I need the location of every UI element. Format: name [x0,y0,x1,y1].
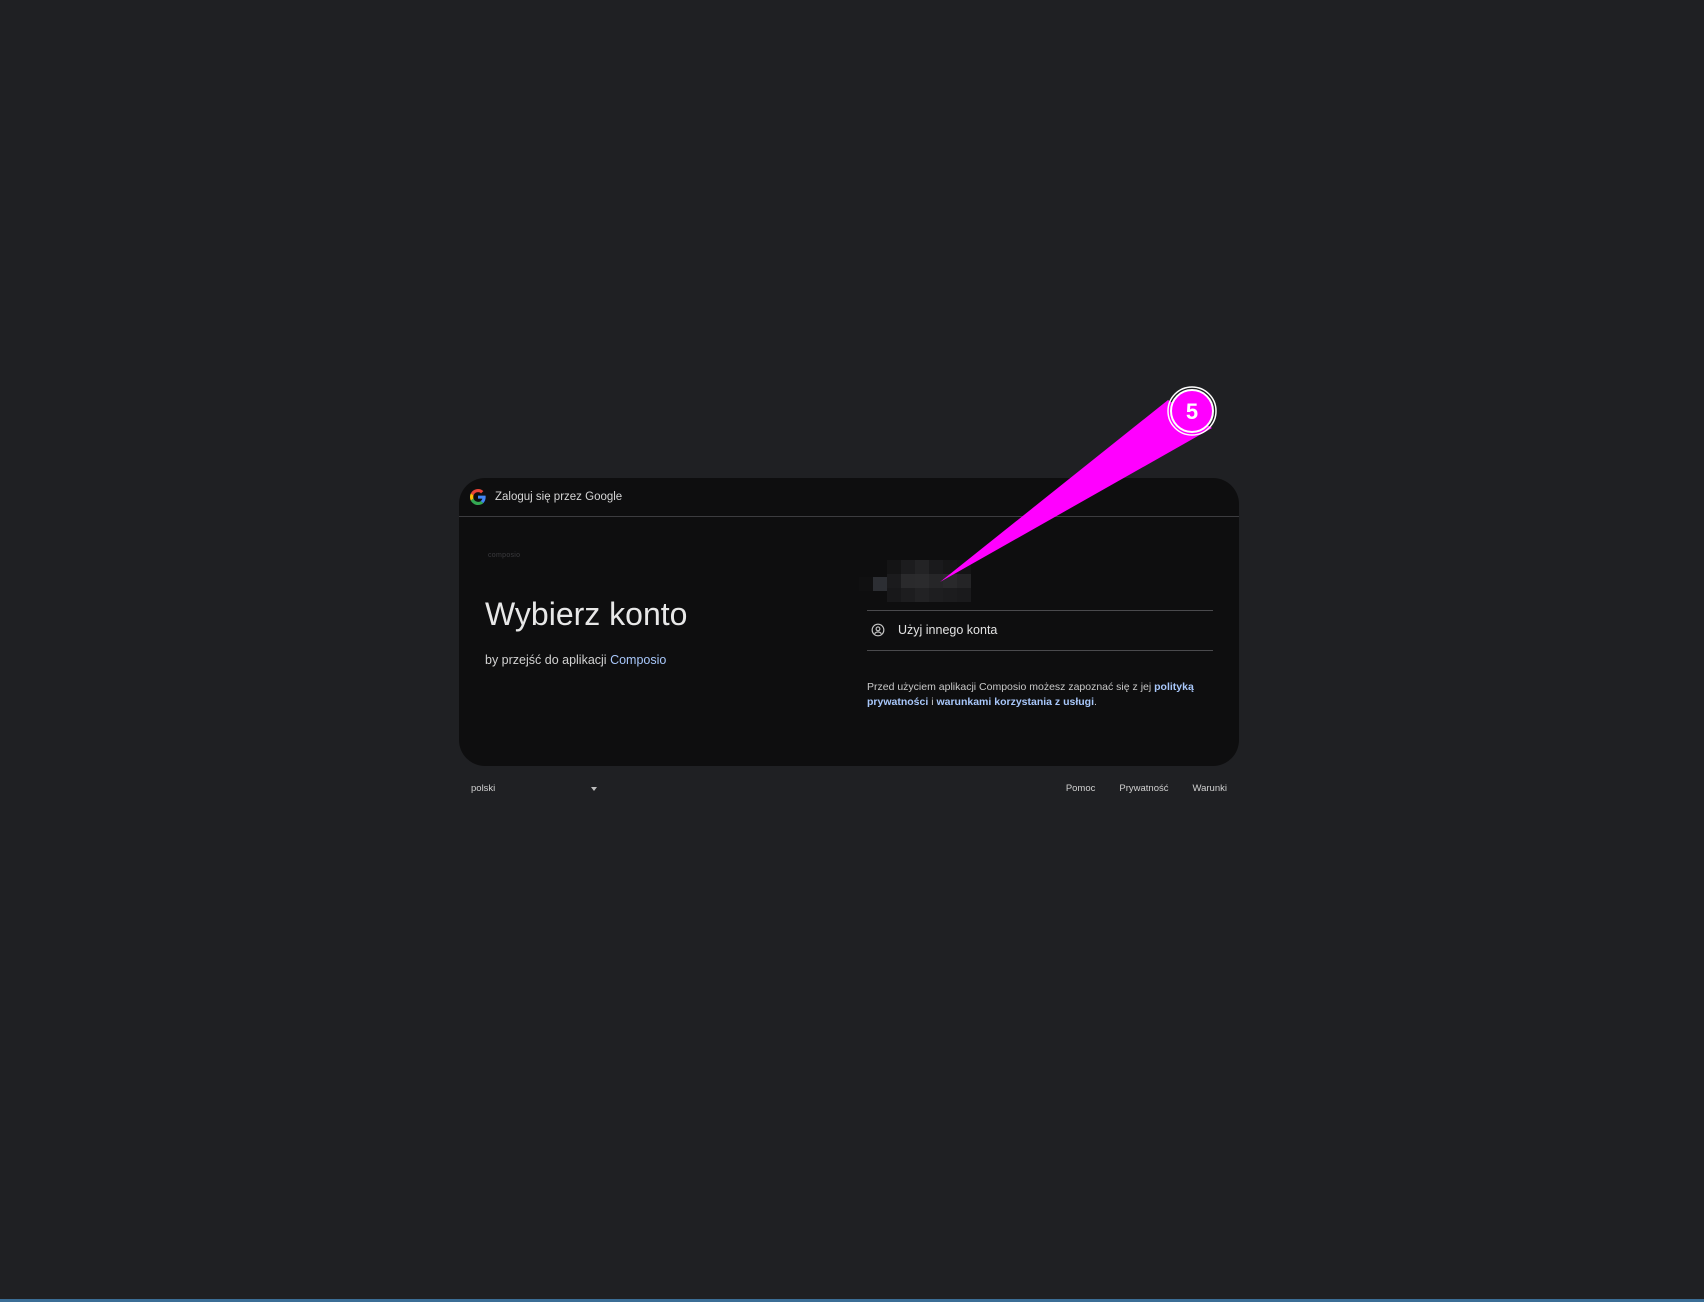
footer-help-link[interactable]: Pomoc [1066,783,1096,794]
header-title: Zaloguj się przez Google [495,491,623,503]
app-logo: composio [488,552,521,559]
annotation-label: 5 [1186,399,1198,424]
page-footer: polski Pomoc Prywatność Warunki [459,780,1239,800]
subtitle: by przejść do aplikacji Composio [485,653,666,667]
account-item-redacted[interactable] [859,560,987,608]
footer-privacy-link[interactable]: Prywatność [1119,783,1168,794]
dropdown-caret-icon [591,786,597,791]
account-circle-icon [871,623,885,637]
annotation-badge [1170,389,1214,433]
language-select[interactable]: polski [471,783,599,794]
use-other-account-button[interactable]: Użyj innego konta [867,611,1213,649]
language-select-value: polski [471,783,496,794]
disclaimer-suffix: . [1094,696,1097,708]
disclaimer-text: Przed użyciem aplikacji Composio możesz … [867,680,1213,710]
google-g-icon [470,489,486,505]
annotation-badge-ring [1167,386,1217,436]
subtitle-text: by przejść do aplikacji [485,653,611,667]
terms-of-service-link[interactable]: warunkami korzystania z usługi [936,696,1094,708]
app-name-link[interactable]: Composio [610,653,666,667]
sign-in-card: Zaloguj się przez Google composio Wybier… [459,478,1239,766]
footer-links: Pomoc Prywatność Warunki [1066,783,1227,794]
page-title: Wybierz konto [485,596,688,632]
account-divider-bottom [867,650,1213,651]
use-other-account-label: Użyj innego konta [898,623,998,637]
card-header: Zaloguj się przez Google [459,478,1239,517]
disclaimer-prefix: Przed użyciem aplikacji Composio możesz … [867,681,1155,693]
footer-terms-link[interactable]: Warunki [1193,783,1228,794]
